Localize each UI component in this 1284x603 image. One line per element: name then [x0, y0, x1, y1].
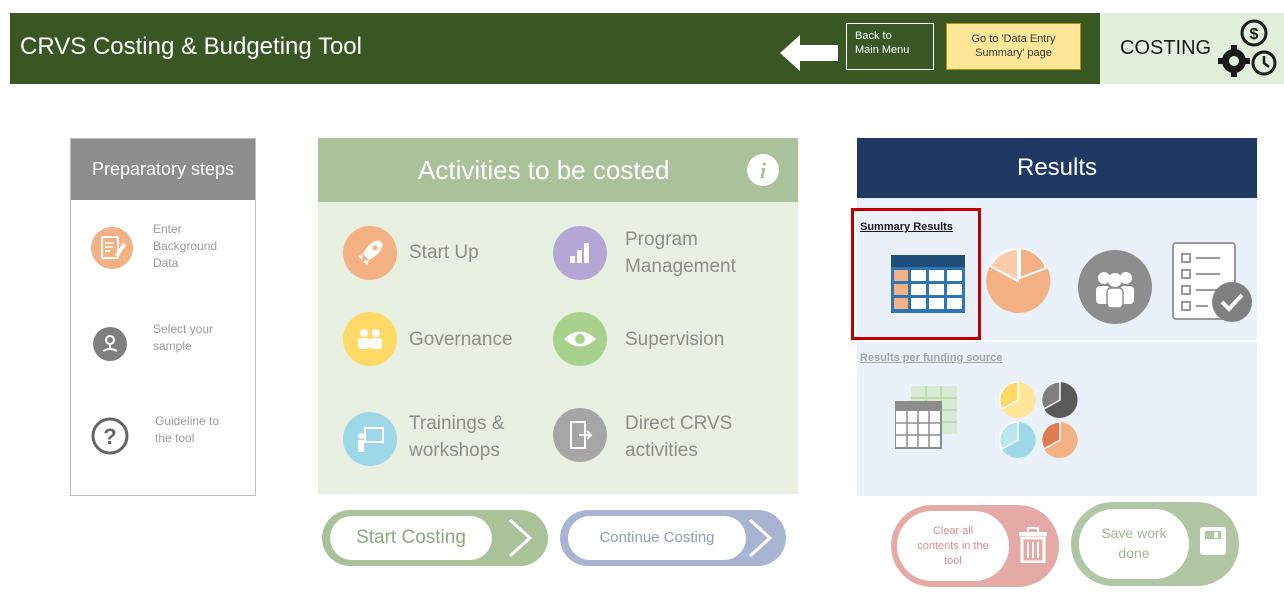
- back-arrow-icon[interactable]: [780, 35, 838, 71]
- clear-all-contents-button[interactable]: Clear all contents in the tool: [891, 505, 1059, 587]
- svg-text:?: ?: [103, 424, 116, 449]
- chevron-right-icon: [748, 518, 773, 558]
- header-bar: CRVS Costing & Budgeting Tool Back to Ma…: [10, 13, 1284, 84]
- costing-mode-label: COSTING: [1120, 37, 1212, 59]
- svg-text:$: $: [1250, 26, 1259, 43]
- question-icon: ?: [91, 417, 129, 455]
- people-icon: [343, 312, 397, 366]
- summary-results-highlight[interactable]: [851, 208, 981, 340]
- document-exit-icon: [553, 408, 607, 462]
- results-title: Results: [857, 138, 1257, 198]
- back-button-line-1: Back to: [855, 30, 892, 42]
- goto-button-line-2: Summary' page: [975, 47, 1052, 59]
- save-work-button[interactable]: Save work done: [1071, 502, 1239, 586]
- activities-title: Activities to be costed: [318, 138, 798, 202]
- goto-data-entry-summary-button[interactable]: Go to 'Data Entry Summary' page: [946, 23, 1081, 70]
- floppy-disk-icon: [1200, 527, 1226, 555]
- map-pin-icon: [93, 327, 127, 361]
- costing-gears-icon: $: [1218, 19, 1277, 77]
- costing-mode-box: COSTING $: [1100, 13, 1284, 84]
- start-costing-label: Start Costing: [330, 516, 492, 560]
- program-management-label: Program Management: [625, 229, 736, 277]
- multi-pie-icon[interactable]: [998, 380, 1084, 460]
- pie-chart-icon[interactable]: [984, 248, 1054, 314]
- edit-form-icon: [91, 227, 133, 269]
- bar-chart-icon: [553, 226, 607, 280]
- enter-background-data-button[interactable]: Enter Background Data: [71, 219, 255, 279]
- select-sample-label: Select your sample: [153, 322, 214, 353]
- guideline-button[interactable]: ? Guideline to the tool: [71, 409, 255, 469]
- svg-text:i: i: [760, 158, 767, 183]
- results-per-funding-label[interactable]: Results per funding source: [860, 352, 1002, 364]
- back-to-main-menu-button[interactable]: Back to Main Menu: [846, 23, 934, 70]
- continue-costing-button[interactable]: Continue Costing: [560, 510, 786, 566]
- start-up-label: Start Up: [409, 242, 479, 263]
- trash-icon: [1019, 527, 1047, 563]
- enter-background-data-label: Enter Background Data: [153, 222, 218, 270]
- info-icon[interactable]: i: [746, 153, 780, 187]
- checklist-icon[interactable]: [1170, 240, 1254, 324]
- governance-label: Governance: [409, 329, 513, 350]
- eye-icon: [553, 312, 607, 366]
- results-divider: [857, 340, 1257, 342]
- clear-all-contents-label: Clear all contents in the tool: [897, 511, 1009, 581]
- continue-costing-label: Continue Costing: [568, 516, 746, 560]
- spreadsheet-icon[interactable]: [895, 386, 959, 450]
- back-button-line-2: Main Menu: [855, 44, 910, 56]
- preparatory-steps-title: Preparatory steps: [71, 139, 255, 200]
- training-icon: [343, 412, 397, 466]
- supervision-label: Supervision: [625, 329, 725, 350]
- start-costing-button[interactable]: Start Costing: [322, 510, 548, 566]
- group-icon[interactable]: [1078, 250, 1152, 324]
- preparatory-steps-panel: Preparatory steps Enter Background Data …: [70, 138, 256, 496]
- guideline-label: Guideline to the tool: [155, 414, 220, 445]
- chevron-right-icon: [508, 518, 533, 558]
- direct-crvs-label: Direct CRVS activities: [625, 413, 733, 461]
- select-sample-button[interactable]: Select your sample: [71, 319, 255, 379]
- rocket-icon: [343, 226, 397, 280]
- goto-button-line-1: Go to 'Data Entry: [971, 33, 1056, 45]
- activities-panel: Start Up Program Management Governance S…: [318, 202, 798, 494]
- save-work-label: Save work done: [1079, 509, 1189, 579]
- app-title: CRVS Costing & Budgeting Tool: [20, 33, 362, 60]
- trainings-workshops-label: Trainings & workshops: [409, 413, 505, 461]
